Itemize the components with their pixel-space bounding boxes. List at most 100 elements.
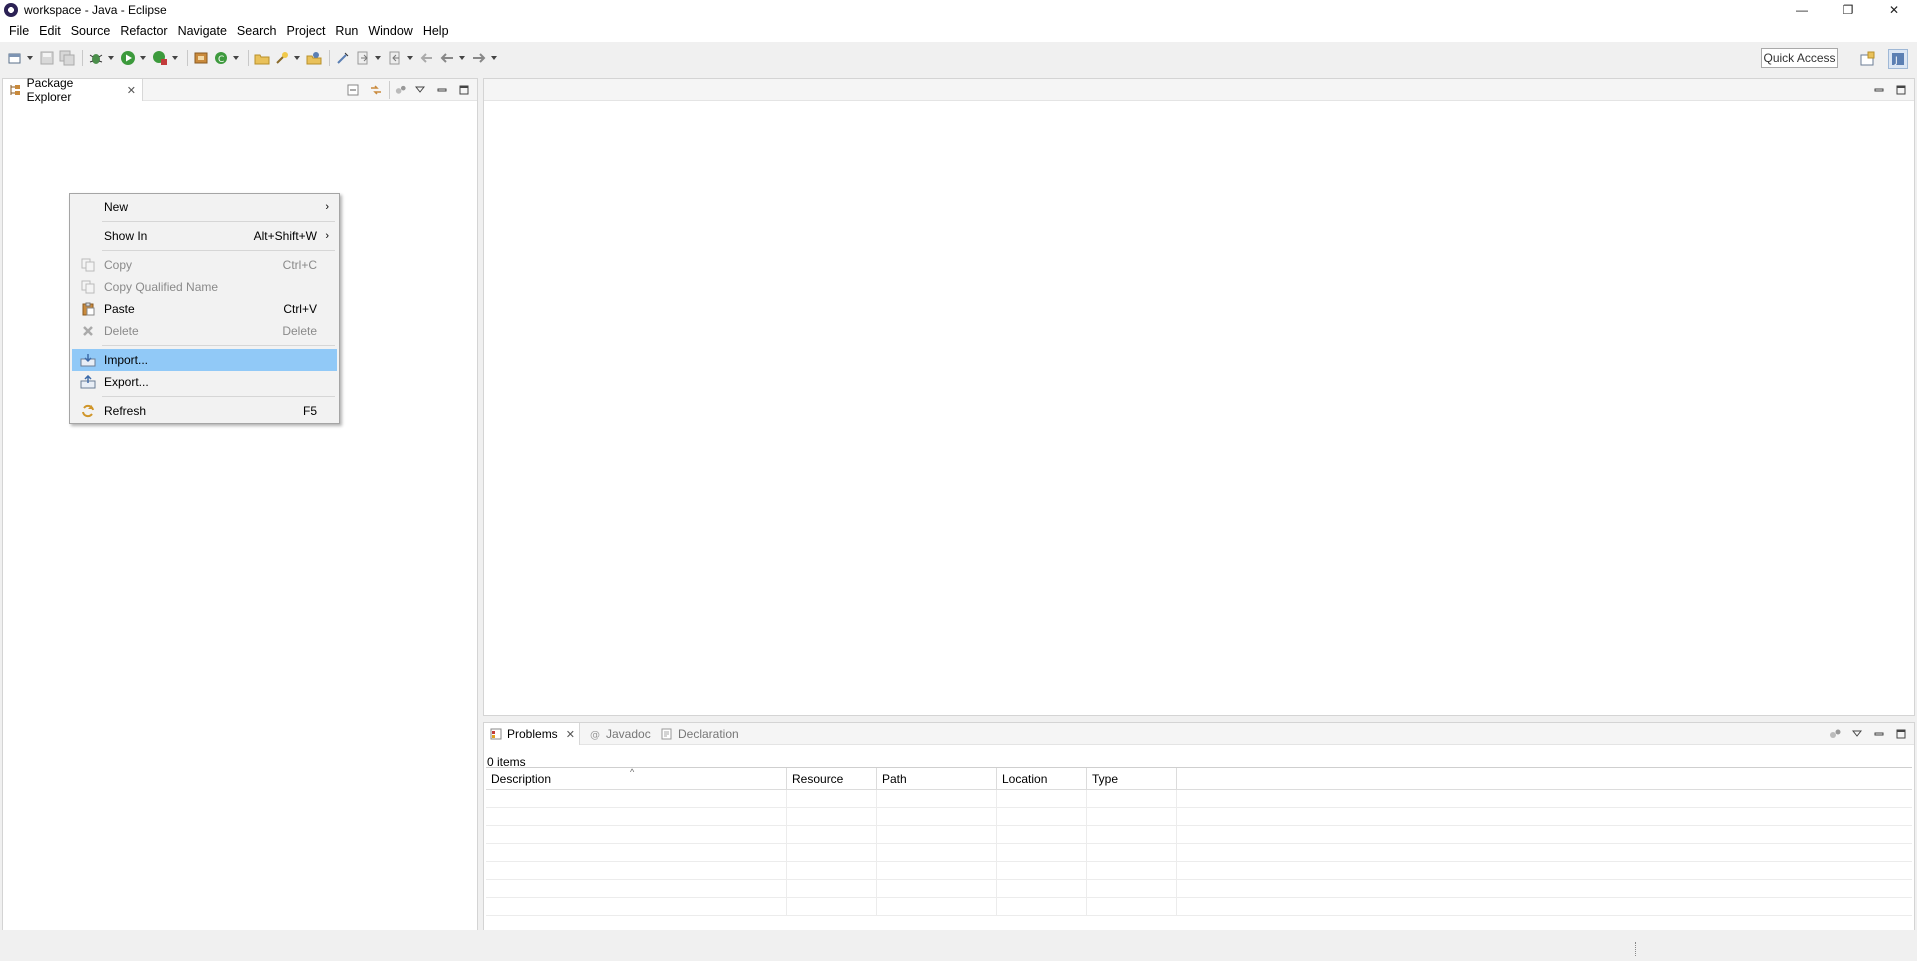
column-type[interactable]: Type bbox=[1087, 768, 1177, 790]
menu-item-show-in[interactable]: Show In Alt+Shift+W › bbox=[72, 225, 337, 247]
collapse-all-icon[interactable] bbox=[345, 81, 363, 99]
menu-item-copy-qualified-name[interactable]: Copy Qualified Name bbox=[72, 276, 337, 298]
menu-item-paste[interactable]: Paste Ctrl+V bbox=[72, 298, 337, 320]
tab-declaration[interactable]: Declaration bbox=[654, 723, 745, 745]
link-with-editor-icon[interactable] bbox=[367, 81, 385, 99]
save-icon[interactable] bbox=[38, 49, 56, 67]
close-window-button[interactable]: ✕ bbox=[1871, 0, 1917, 20]
java-perspective-icon[interactable]: J bbox=[1888, 49, 1908, 69]
menu-item-copy[interactable]: Copy Ctrl+C bbox=[72, 254, 337, 276]
back-icon[interactable] bbox=[438, 49, 456, 67]
last-edit-location-icon[interactable] bbox=[418, 49, 436, 67]
problems-icon bbox=[490, 728, 502, 741]
toggle-mark-occurrences-icon[interactable] bbox=[334, 49, 352, 67]
column-resource[interactable]: Resource bbox=[787, 768, 877, 790]
paste-icon bbox=[72, 298, 104, 320]
package-explorer-header: Package Explorer ✕ bbox=[3, 76, 477, 104]
quick-access-field[interactable]: Quick Access bbox=[1761, 48, 1838, 68]
new-java-project-icon[interactable] bbox=[192, 49, 210, 67]
new-class-dropdown-icon[interactable] bbox=[232, 49, 240, 67]
menu-help[interactable]: Help bbox=[418, 21, 454, 41]
menu-source[interactable]: Source bbox=[66, 21, 116, 41]
debug-dropdown-icon[interactable] bbox=[107, 49, 115, 67]
maximize-view-icon[interactable] bbox=[455, 81, 473, 99]
menu-refactor[interactable]: Refactor bbox=[115, 21, 172, 41]
column-description[interactable]: Description ^ bbox=[486, 767, 787, 790]
javadoc-tab-label: Javadoc bbox=[606, 727, 651, 741]
previous-annotation-dropdown-icon[interactable] bbox=[406, 49, 414, 67]
new-java-class-icon[interactable]: C bbox=[212, 49, 230, 67]
package-explorer-tab-label: Package Explorer bbox=[26, 76, 74, 104]
previous-annotation-icon[interactable] bbox=[386, 49, 404, 67]
focus-on-active-task-icon[interactable] bbox=[389, 81, 407, 99]
external-tools-icon[interactable] bbox=[151, 49, 169, 67]
menu-search[interactable]: Search bbox=[232, 21, 282, 41]
problems-view-header: Problems ✕ @ Javadoc Declaration bbox=[484, 723, 1914, 745]
problems-view: Problems ✕ @ Javadoc Declaration 0 items… bbox=[483, 722, 1915, 932]
close-tab-icon[interactable]: ✕ bbox=[127, 84, 136, 97]
search-flashlight-icon[interactable] bbox=[273, 49, 291, 67]
menu-navigate[interactable]: Navigate bbox=[173, 21, 232, 41]
menu-bar: File Edit Source Refactor Navigate Searc… bbox=[0, 20, 1917, 42]
column-location[interactable]: Location bbox=[997, 768, 1087, 790]
sort-ascending-icon: ^ bbox=[630, 767, 635, 777]
forward-icon[interactable] bbox=[470, 49, 488, 67]
status-bar bbox=[0, 930, 1917, 961]
open-task-icon[interactable] bbox=[305, 49, 323, 67]
menu-project[interactable]: Project bbox=[282, 21, 331, 41]
minimize-button[interactable]: — bbox=[1779, 0, 1825, 20]
restore-button[interactable]: ❐ bbox=[1825, 0, 1871, 20]
problems-toolbar bbox=[1822, 723, 1910, 745]
declaration-tab-label: Declaration bbox=[678, 727, 739, 741]
tab-package-explorer[interactable]: Package Explorer ✕ bbox=[3, 76, 143, 104]
menu-item-delete[interactable]: Delete Delete bbox=[72, 320, 337, 342]
minimize-view-icon[interactable] bbox=[433, 81, 451, 99]
menu-item-refresh[interactable]: Refresh F5 bbox=[72, 400, 337, 422]
menu-window[interactable]: Window bbox=[363, 21, 417, 41]
declaration-icon bbox=[660, 728, 673, 741]
menu-item-export[interactable]: Export... bbox=[72, 371, 337, 393]
back-dropdown-icon[interactable] bbox=[458, 49, 466, 67]
focus-on-active-task-icon[interactable] bbox=[1826, 725, 1844, 743]
toolbar-separator bbox=[329, 50, 330, 66]
menu-item-import[interactable]: Import... bbox=[72, 349, 337, 371]
run-icon[interactable] bbox=[119, 49, 137, 67]
new-file-icon[interactable] bbox=[6, 49, 24, 67]
debug-icon[interactable] bbox=[87, 49, 105, 67]
close-problems-tab-icon[interactable]: ✕ bbox=[566, 728, 575, 741]
tab-problems[interactable]: Problems ✕ bbox=[484, 723, 580, 745]
new-dropdown-icon[interactable] bbox=[26, 49, 34, 67]
menu-run[interactable]: Run bbox=[330, 21, 363, 41]
problems-tab-label: Problems bbox=[507, 727, 558, 741]
run-dropdown-icon[interactable] bbox=[139, 49, 147, 67]
menu-separator bbox=[72, 218, 337, 225]
menu-item-new[interactable]: New › bbox=[72, 196, 337, 218]
search-dropdown-icon[interactable] bbox=[293, 49, 301, 67]
maximize-view-icon[interactable] bbox=[1892, 725, 1910, 743]
package-explorer-toolbar bbox=[341, 79, 473, 101]
status-bar-grip[interactable] bbox=[1635, 942, 1637, 956]
menu-edit[interactable]: Edit bbox=[34, 21, 66, 41]
toolbar-separator bbox=[82, 50, 83, 66]
save-all-icon[interactable] bbox=[58, 49, 76, 67]
tab-javadoc[interactable]: @ Javadoc bbox=[582, 723, 657, 745]
menu-item-shortcut: Delete bbox=[282, 324, 317, 338]
view-menu-icon[interactable] bbox=[1848, 725, 1866, 743]
submenu-arrow-icon: › bbox=[325, 201, 329, 213]
maximize-editor-icon[interactable] bbox=[1892, 81, 1910, 99]
menu-file[interactable]: File bbox=[4, 21, 34, 41]
external-tools-dropdown-icon[interactable] bbox=[171, 49, 179, 67]
menu-separator bbox=[72, 342, 337, 349]
delete-icon bbox=[72, 320, 104, 342]
open-perspective-icon[interactable] bbox=[1857, 49, 1877, 69]
table-row bbox=[486, 790, 1912, 808]
minimize-editor-icon[interactable] bbox=[1870, 81, 1888, 99]
next-annotation-icon[interactable] bbox=[354, 49, 372, 67]
minimize-view-icon[interactable] bbox=[1870, 725, 1888, 743]
view-menu-icon[interactable] bbox=[411, 81, 429, 99]
next-annotation-dropdown-icon[interactable] bbox=[374, 49, 382, 67]
column-path[interactable]: Path bbox=[877, 768, 997, 790]
open-type-icon[interactable] bbox=[253, 49, 271, 67]
menu-item-shortcut: Ctrl+C bbox=[282, 258, 317, 272]
forward-dropdown-icon[interactable] bbox=[490, 49, 498, 67]
